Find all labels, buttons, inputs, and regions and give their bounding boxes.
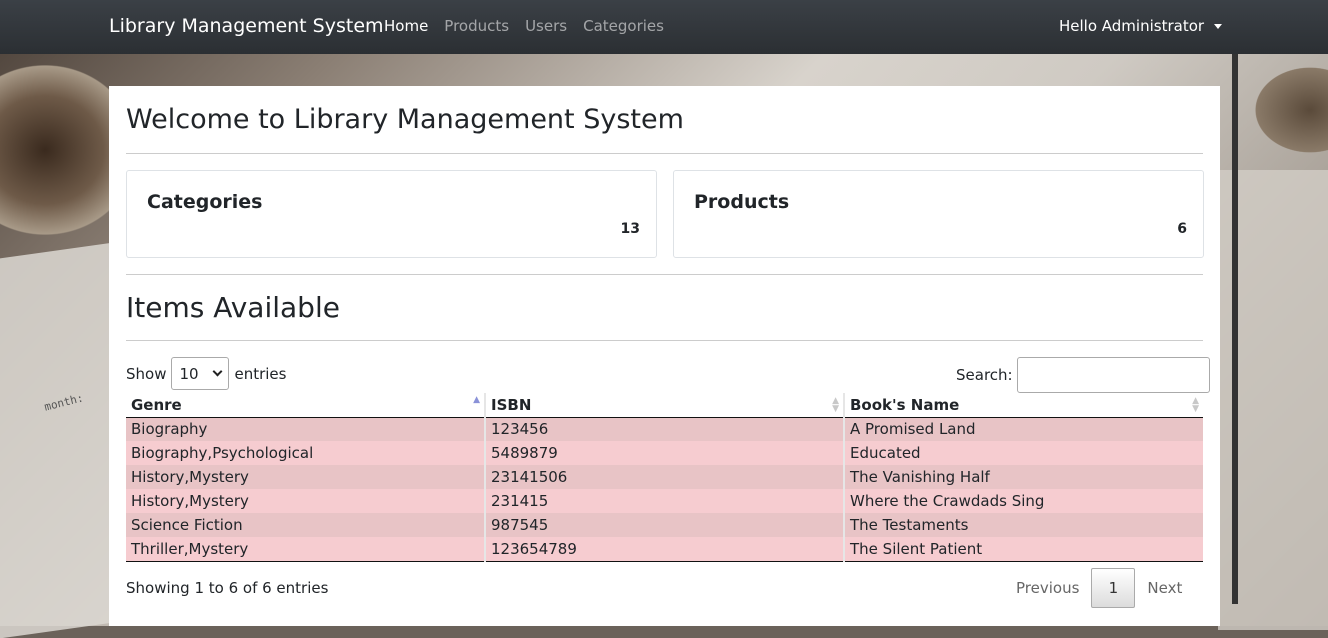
cell-genre: Biography	[126, 417, 485, 441]
user-menu-label: Hello Administrator	[1059, 17, 1205, 35]
column-header-label: ISBN	[491, 395, 532, 414]
nav-categories[interactable]: Categories	[583, 17, 664, 35]
page-button-1[interactable]: 1	[1091, 568, 1136, 608]
table-row: Science Fiction 987545 The Testaments	[126, 513, 1203, 537]
user-menu-dropdown[interactable]: Hello Administrator	[1059, 17, 1223, 35]
sort-both-icon: ▲ ▼	[1192, 396, 1199, 414]
cell-isbn: 231415	[484, 489, 844, 513]
search-input[interactable]	[1016, 357, 1210, 393]
cell-book-name: Where the Crawdads Sing	[843, 489, 1203, 513]
cell-genre: Science Fiction	[126, 513, 485, 537]
cell-book-name: Educated	[843, 441, 1203, 465]
search-label: Search:	[956, 366, 1013, 384]
stat-value: 13	[620, 221, 640, 237]
column-header-isbn[interactable]: ISBN ▲ ▼	[484, 393, 844, 418]
section-title: Items Available	[126, 291, 340, 324]
stat-label: Categories	[147, 191, 263, 213]
page-title: Welcome to Library Management System	[126, 104, 684, 135]
cell-book-name: The Vanishing Half	[843, 465, 1203, 489]
nav-users[interactable]: Users	[525, 17, 567, 35]
chevron-down-icon	[213, 366, 223, 377]
next-button[interactable]: Next	[1135, 579, 1194, 597]
cell-isbn: 123654789	[484, 537, 844, 562]
entries-select[interactable]: 10	[171, 357, 230, 390]
background-paper-left	[0, 241, 120, 638]
column-header-book-name[interactable]: Book's Name ▲ ▼	[843, 393, 1203, 418]
divider	[126, 340, 1203, 341]
cell-book-name: The Silent Patient	[843, 537, 1203, 562]
divider	[126, 274, 1203, 275]
table-row: Biography,Psychological 5489879 Educated	[126, 441, 1203, 465]
main-card: Welcome to Library Management System Cat…	[109, 86, 1220, 626]
column-header-genre[interactable]: Genre ▲	[126, 393, 485, 418]
scrollbar[interactable]	[1232, 54, 1238, 604]
previous-button[interactable]: Previous	[1004, 579, 1091, 597]
cell-book-name: A Promised Land	[843, 417, 1203, 441]
brand-link[interactable]: Library Management System	[109, 15, 384, 37]
stat-value: 6	[1177, 221, 1187, 237]
sort-ascending-icon: ▲	[473, 395, 480, 405]
nav-home[interactable]: Home	[384, 17, 428, 35]
cell-genre: Thriller,Mystery	[126, 537, 485, 562]
cell-isbn: 23141506	[484, 465, 844, 489]
cell-isbn: 5489879	[484, 441, 844, 465]
column-header-label: Genre	[131, 395, 182, 414]
cell-isbn: 123456	[484, 417, 844, 441]
table-search: Search:	[956, 357, 1210, 393]
caret-down-icon	[1214, 23, 1223, 29]
sort-both-icon: ▲ ▼	[832, 396, 839, 414]
cell-genre: History,Mystery	[126, 489, 485, 513]
divider	[126, 153, 1203, 154]
table-row: Thriller,Mystery 123654789 The Silent Pa…	[126, 537, 1203, 562]
entries-length-control: Show 10 entries	[126, 357, 286, 390]
table-row: History,Mystery 231415 Where the Crawdad…	[126, 489, 1203, 513]
table-row: History,Mystery 23141506 The Vanishing H…	[126, 465, 1203, 489]
cell-genre: History,Mystery	[126, 465, 485, 489]
table-info: Showing 1 to 6 of 6 entries	[126, 579, 329, 597]
stat-card-products: Products 6	[673, 170, 1204, 258]
table-header-row: Genre ▲ ISBN ▲ ▼ Book's Name ▲ ▼	[126, 393, 1203, 418]
entries-select-value: 10	[179, 364, 199, 383]
show-label: Show	[126, 364, 167, 383]
nav-products[interactable]: Products	[444, 17, 509, 35]
table-row: Biography 123456 A Promised Land	[126, 417, 1203, 441]
pagination: Previous 1 Next	[1004, 568, 1194, 608]
stat-card-categories: Categories 13	[126, 170, 657, 258]
cell-book-name: The Testaments	[843, 513, 1203, 537]
stat-label: Products	[694, 191, 790, 213]
cell-isbn: 987545	[484, 513, 844, 537]
nav-links: Home Products Users Categories	[384, 17, 664, 35]
top-navbar: Library Management System Home Products …	[0, 0, 1328, 54]
column-header-label: Book's Name	[850, 395, 960, 414]
items-table: Genre ▲ ISBN ▲ ▼ Book's Name ▲ ▼ Biography…	[126, 393, 1203, 562]
entries-label: entries	[234, 364, 287, 383]
cell-genre: Biography,Psychological	[126, 441, 485, 465]
